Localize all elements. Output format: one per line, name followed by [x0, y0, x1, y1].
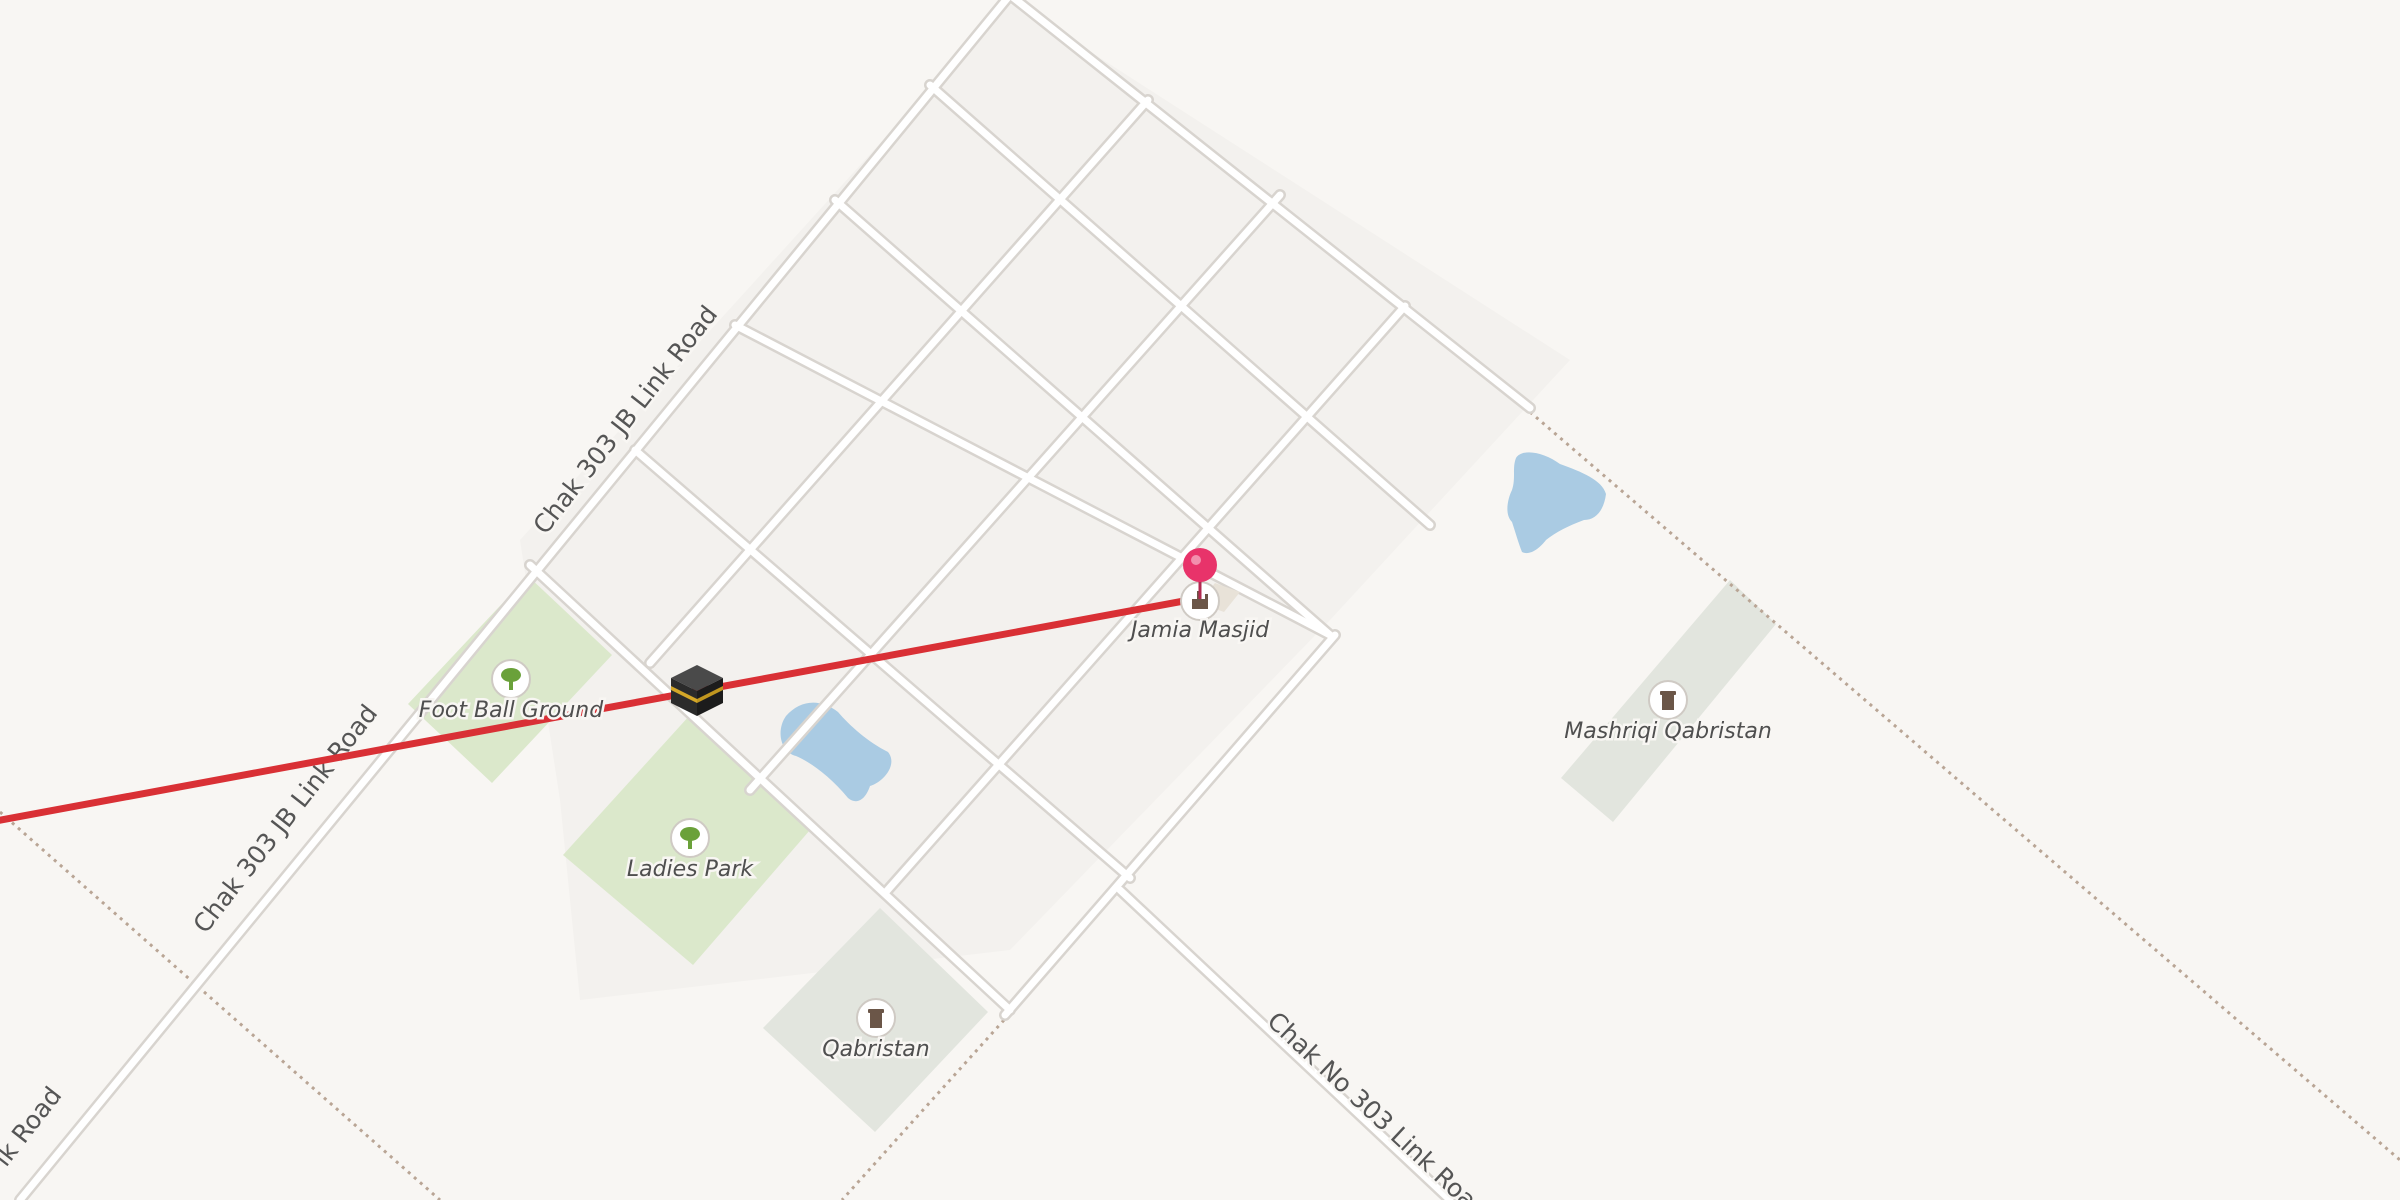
map-canvas[interactable]: Chak 303 JB Link Road Chak 303 JB Link R…: [0, 0, 2400, 1200]
tree-icon: [670, 818, 710, 858]
jamia-masjid-label: Jamia Masjid: [1127, 618, 1270, 643]
grave-icon: [1648, 680, 1688, 720]
foot-ball-ground-label: Foot Ball Ground: [419, 698, 604, 723]
qabristan-label: Qabristan: [822, 1037, 929, 1062]
grave-icon: [856, 998, 896, 1038]
mashriqi-qabristan-label: Mashriqi Qabristan: [1564, 719, 1772, 744]
tree-icon: [491, 659, 531, 699]
ladies-park-label: Ladies Park: [627, 857, 755, 882]
